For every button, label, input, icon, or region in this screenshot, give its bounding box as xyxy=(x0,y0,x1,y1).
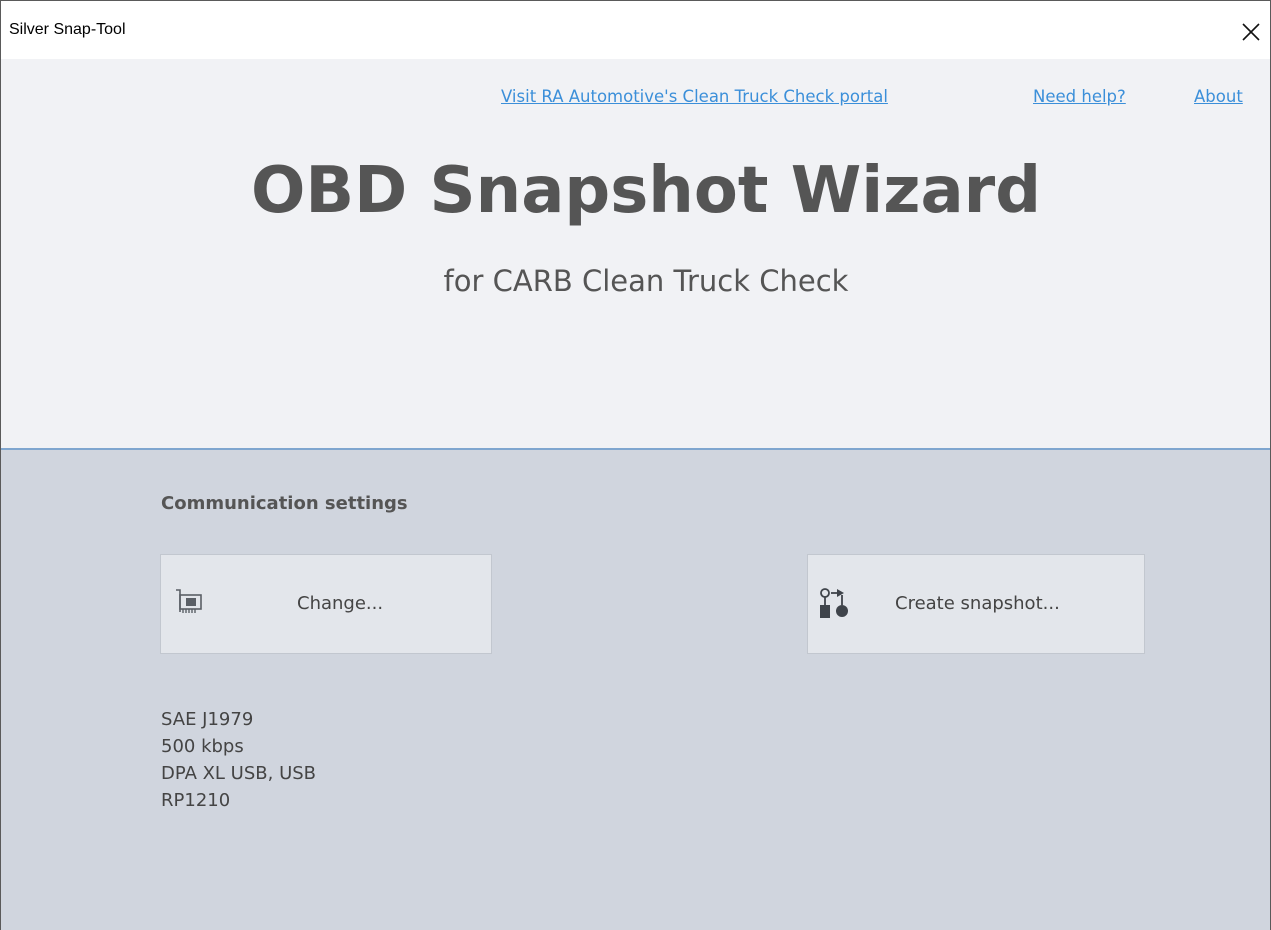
create-snapshot-button[interactable]: Create snapshot... xyxy=(807,554,1145,654)
snapshot-flow-icon xyxy=(817,587,849,625)
snapshot-button-label: Create snapshot... xyxy=(895,593,1060,614)
window-title: Silver Snap-Tool xyxy=(9,21,126,38)
baud-rate-value: 500 kbps xyxy=(161,736,244,757)
change-button-label: Change... xyxy=(297,593,384,614)
api-value: RP1210 xyxy=(161,790,231,811)
portal-link[interactable]: Visit RA Automotive's Clean Truck Check … xyxy=(501,87,888,106)
adapter-value: DPA XL USB, USB xyxy=(161,763,317,784)
protocol-value: SAE J1979 xyxy=(161,709,254,730)
title-bar: Silver Snap-Tool xyxy=(1,1,1270,59)
network-card-icon xyxy=(174,587,204,621)
about-link[interactable]: About xyxy=(1194,87,1243,106)
section-label: Communication settings xyxy=(161,493,408,514)
close-icon xyxy=(1242,23,1260,41)
content-panel: Communication settings Change... Create … xyxy=(1,450,1270,930)
header-panel: Visit RA Automotive's Clean Truck Check … xyxy=(1,59,1270,450)
page-title: OBD Snapshot Wizard xyxy=(250,154,1042,228)
settings-summary: SAE J1979 500 kbps DPA XL USB, USB RP121… xyxy=(161,706,316,814)
change-settings-button[interactable]: Change... xyxy=(160,554,492,654)
page-subtitle: for CARB Clean Truck Check xyxy=(443,264,849,298)
need-help-link[interactable]: Need help? xyxy=(1033,87,1126,106)
app-window: Silver Snap-Tool Visit RA Automotive's C… xyxy=(0,0,1271,930)
close-button[interactable] xyxy=(1230,15,1270,49)
